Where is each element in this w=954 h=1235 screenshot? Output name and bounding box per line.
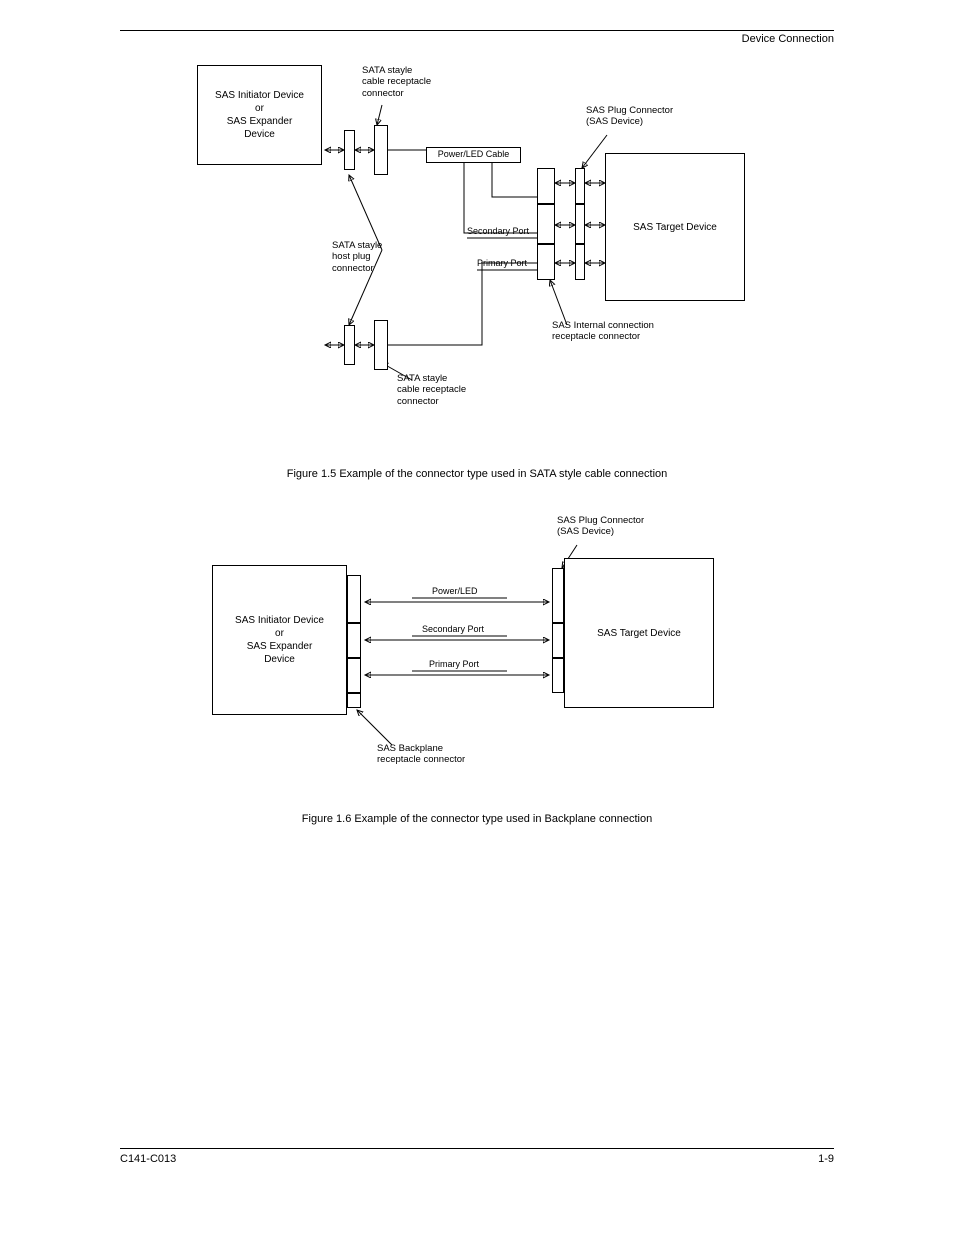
sata-cable-recept-bottom (374, 320, 388, 370)
backplane-recept-label: SAS Backplanereceptacle connector (377, 743, 465, 766)
footer-left: C141-C013 (120, 1153, 176, 1165)
footer-right: 1-9 (818, 1153, 834, 1165)
recept-seg-secondary (537, 204, 555, 244)
sas-initiator-bottom-box: SAS Initiator DeviceorSAS ExpanderDevice (197, 65, 322, 165)
sata-host-plug-top (344, 130, 355, 170)
sas-target-label-2: SAS Target Device (597, 627, 681, 640)
sas-target-box: SAS Target Device (605, 153, 745, 301)
header-right: Device Connection (120, 33, 834, 45)
recept-seg-primary (537, 244, 555, 280)
plug2-seg-primary (552, 658, 564, 693)
sas-target-label: SAS Target Device (633, 221, 717, 234)
plug2-seg-power (552, 568, 564, 623)
sas-initiator-bottom-label: SAS Initiator DeviceorSAS ExpanderDevice (215, 89, 304, 141)
backplane-seg-secondary (347, 623, 361, 658)
plug2-seg-secondary (552, 623, 564, 658)
sas-plug-connector-label: SAS Plug Connector(SAS Device) (586, 105, 673, 128)
figure-1: SAS Initiator DeviceorSAS ExpanderDevice… (197, 65, 757, 460)
power-led-cable-box: Power/LED Cable (426, 147, 521, 163)
secondary-port-label-2: Secondary Port (422, 624, 484, 635)
backplane-seg-power (347, 575, 361, 623)
primary-port-label: Primary Port (477, 258, 527, 269)
primary-port-label-2: Primary Port (429, 659, 479, 670)
figure-2: SAS Initiator DeviceorSAS ExpanderDevice… (197, 510, 757, 805)
plug-seg-primary (575, 244, 585, 280)
sata-cable-recept-top (374, 125, 388, 175)
plug-seg-secondary (575, 204, 585, 244)
plug-seg-power (575, 168, 585, 204)
backplane-seg-primary (347, 658, 361, 693)
sata-cable-recept-bottom-label: SATA staylecable receptacleconnector (397, 373, 466, 407)
figure-2-caption: Figure 1.6 Example of the connector type… (120, 813, 834, 825)
power-led-label-2: Power/LED (432, 586, 478, 597)
sas-initiator-box-2: SAS Initiator DeviceorSAS ExpanderDevice (212, 565, 347, 715)
secondary-port-label: Secondary Port (467, 226, 529, 237)
figure-1-caption: Figure 1.5 Example of the connector type… (120, 468, 834, 480)
recept-seg-power (537, 168, 555, 204)
sas-initiator-label-2: SAS Initiator DeviceorSAS ExpanderDevice (235, 614, 324, 666)
sas-target-box-2: SAS Target Device (564, 558, 714, 708)
sata-cable-recept-top-label: SATA staylecable receptacleconnector (362, 65, 431, 99)
sata-host-plug-label: SATA staylehost plugconnector (332, 240, 382, 274)
sas-internal-conn-label: SAS Internal connectionreceptacle connec… (552, 320, 654, 343)
sas-plug-connector-label-2: SAS Plug Connector(SAS Device) (557, 515, 644, 538)
power-led-cable-label: Power/LED Cable (438, 149, 510, 161)
sata-host-plug-bottom (344, 325, 355, 365)
backplane-seg-extra (347, 693, 361, 708)
